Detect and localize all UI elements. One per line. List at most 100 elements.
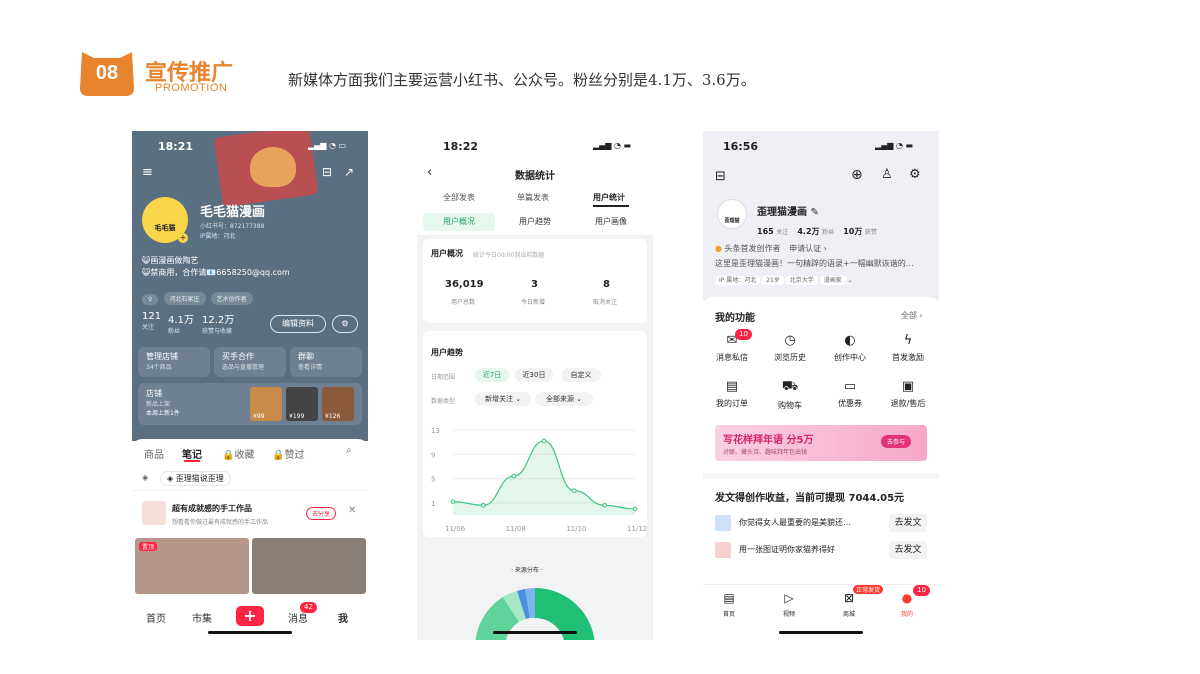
nav-me[interactable]: ● 我的 <box>901 591 913 618</box>
functions-all-link[interactable]: 全部 › <box>901 310 923 321</box>
date-custom-pill[interactable]: 自定义 <box>561 368 601 382</box>
tab-collect[interactable]: 🔒收藏 <box>222 446 254 461</box>
card-title: 群聊 <box>298 352 314 361</box>
close-icon[interactable]: ✕ <box>348 505 356 516</box>
coupon-icon: ▭ <box>843 379 857 394</box>
share-icon[interactable]: ↗ <box>344 165 354 179</box>
stat-followers[interactable]: 4.2万 粉丝 <box>797 227 834 236</box>
edit-profile-button[interactable]: 编辑资料 <box>270 315 326 333</box>
func-coupons[interactable]: ▭ 优惠券 <box>825 379 875 409</box>
tab-notes[interactable]: 笔记 <box>182 446 202 461</box>
promo-title: 超有成就感的手工作品 <box>172 504 252 513</box>
tab-single-post[interactable]: 单篇发表 <box>517 192 549 203</box>
trend-title: 用户趋势 <box>431 348 463 357</box>
profile-name: 毛毛猫漫画 <box>200 205 266 220</box>
edit-icon[interactable]: ✎ <box>810 207 818 218</box>
divider <box>703 473 939 479</box>
nav-home[interactable]: ▤ 首页 <box>723 591 735 618</box>
search-icon[interactable]: ⌕ <box>346 445 352 456</box>
date-7d-pill[interactable]: 近7日 <box>475 368 509 382</box>
tab-all-posts[interactable]: 全部发表 <box>443 192 475 203</box>
post-suggestion-2: 用一张图证明你家猫养得好 去发文 <box>703 538 939 562</box>
note-card-2[interactable] <box>252 538 366 594</box>
chevron-down-icon[interactable]: ⌄ <box>848 277 853 284</box>
card-sub: 34个商品 <box>146 364 172 371</box>
stat-following[interactable]: 165 关注 <box>757 227 788 236</box>
shop-product-2[interactable]: ¥199 <box>286 387 318 421</box>
date-30d-pill[interactable]: 近30日 <box>515 368 553 382</box>
layers-icon[interactable]: ◈ <box>142 473 148 482</box>
func-first-publish[interactable]: ϟ 首发激励 <box>883 333 933 363</box>
tab-liked[interactable]: 🔒赞过 <box>272 446 304 461</box>
bottom-nav: 首页 市集 + 消息 42 我 <box>132 600 368 640</box>
banner-join-button[interactable]: 去参与 <box>881 435 912 448</box>
post-text: 用一张图证明你家猫养得好 <box>739 545 835 554</box>
settings-icon[interactable]: ⚙ <box>909 167 921 182</box>
tab-user-stats[interactable]: 用户统计 <box>593 192 625 203</box>
subtab-portrait[interactable]: 用户画像 <box>575 213 647 231</box>
gender-tag: ♀ <box>142 294 159 305</box>
nav-mall[interactable]: ⊠ 商城 <box>843 591 855 618</box>
buyer-coop-card[interactable]: 买手合作 选品与直播管理 <box>214 347 286 377</box>
func-refunds[interactable]: ▣ 退款/售后 <box>883 379 933 409</box>
add-avatar-icon[interactable]: + <box>178 233 188 243</box>
section-subtitle: PROMOTION <box>155 82 228 94</box>
banner-sub: 对联、藏头诗、趣味拜年包出镜 <box>723 449 808 456</box>
func-history[interactable]: ◷ 浏览历史 <box>765 333 815 363</box>
page-title: 数据统计 <box>515 171 555 182</box>
nav-video[interactable]: ▷ 视频 <box>783 591 795 618</box>
stat-followers[interactable]: 4.1万 粉丝 <box>168 311 194 335</box>
shipping-badge: 正常发货 <box>853 585 884 594</box>
data-point <box>602 502 607 508</box>
avatar[interactable]: 歪理猫 <box>717 199 747 229</box>
manage-shop-card[interactable]: 管理店铺 34个商品 <box>138 347 210 377</box>
settings-button[interactable]: ⚙ <box>332 315 358 333</box>
data-type-label: 数据类型 <box>431 398 456 405</box>
apply-cert-link[interactable]: 申请认证 › <box>789 244 827 253</box>
promo-banner[interactable]: 超有成就感的手工作品 想看看你做过最有成就感的手工作品 去分享 ✕ <box>132 497 368 533</box>
status-time: 18:22 <box>443 140 479 153</box>
publish-button[interactable]: + <box>236 606 264 626</box>
shop-card[interactable]: 店铺 新品上架 本周上新1件 ¥99 ¥199 ¥126 <box>138 383 362 425</box>
x-tick-label: 11/08 <box>506 525 526 533</box>
add-friend-icon[interactable]: ♙ <box>881 167 893 182</box>
func-orders[interactable]: ▤ 我的订单 <box>707 379 757 409</box>
func-cart[interactable]: ⛟ 购物车 <box>765 379 815 411</box>
add-icon[interactable]: ⊕ <box>851 167 863 183</box>
xhs-id: 小红书号：872177388 <box>200 223 265 230</box>
nav-me[interactable]: 我 <box>338 610 348 625</box>
collection-chip[interactable]: ◈ 歪理猫说歪理 <box>160 471 231 486</box>
functions-panel: 我的功能 全部 › ✉ 消息私信 10 ◷ 浏览历史 ◐ 创作中心 ϟ 首发激励 ▤ 我的… <box>703 297 939 467</box>
bio: 这里是歪理猫漫画！一句精辟的语录+一幅幽默诙谐的… <box>715 259 914 268</box>
nav-market[interactable]: 市集 <box>192 610 212 625</box>
menu-icon[interactable]: ≡ <box>142 165 153 180</box>
all-sources-dropdown[interactable]: 全部来源 ⌄ <box>535 392 593 406</box>
note-card-1[interactable]: 置顶 <box>135 538 249 594</box>
nav-home[interactable]: 首页 <box>146 610 166 625</box>
bio-line-2: 😺禁商用，合作请📧6658250@qq.com <box>142 268 290 277</box>
promo-share-button[interactable]: 去分享 <box>306 507 337 520</box>
tab-goods[interactable]: 商品 <box>144 446 164 461</box>
promo-banner[interactable]: 写花样拜年语 分5万 对联、藏头诗、趣味拜年包出镜 去参与 <box>715 425 927 461</box>
shop-product-3[interactable]: ¥126 <box>322 387 354 421</box>
group-chat-card[interactable]: 群聊 查看详情 <box>290 347 362 377</box>
stat-likes[interactable]: 12.2万 获赞与收藏 <box>202 311 234 335</box>
shop-product-1[interactable]: ¥99 <box>250 387 282 421</box>
data-point <box>450 499 456 504</box>
income-title: 发文得创作收益，当前可提现 7044.05元 <box>715 493 905 504</box>
stat-likes[interactable]: 10万 获赞 <box>843 227 877 236</box>
new-follows-dropdown[interactable]: 新增关注 ⌄ <box>475 392 531 406</box>
profile-header-bg: 18:21 ▂▄▆ ◔ ▭ ≡ ⊟ ↗ 毛毛猫 + 毛毛猫漫画 小红书号：872… <box>132 131 368 441</box>
subtab-trend[interactable]: 用户趋势 <box>499 213 571 231</box>
go-post-button[interactable]: 去发文 <box>889 514 927 532</box>
stat-following[interactable]: 121 关注 <box>142 311 161 331</box>
phone-toutiao-profile: 16:56 ▂▄▆ ◔ ▬ ⊟ ⊕ ♙ ⚙ 歪理猫 歪理猫漫画 ✎ 165 关注… <box>703 131 939 640</box>
go-post-button[interactable]: 去发文 <box>889 541 927 559</box>
back-icon[interactable]: ‹ <box>427 165 432 180</box>
func-creator-center[interactable]: ◐ 创作中心 <box>825 333 875 363</box>
mall-icon: ⊠ <box>843 591 855 605</box>
scan-icon[interactable]: ⊟ <box>715 169 726 184</box>
tag: 河北石家庄 <box>163 292 206 305</box>
scan-icon[interactable]: ⊟ <box>322 165 332 179</box>
subtab-overview[interactable]: 用户概况 <box>423 213 495 231</box>
